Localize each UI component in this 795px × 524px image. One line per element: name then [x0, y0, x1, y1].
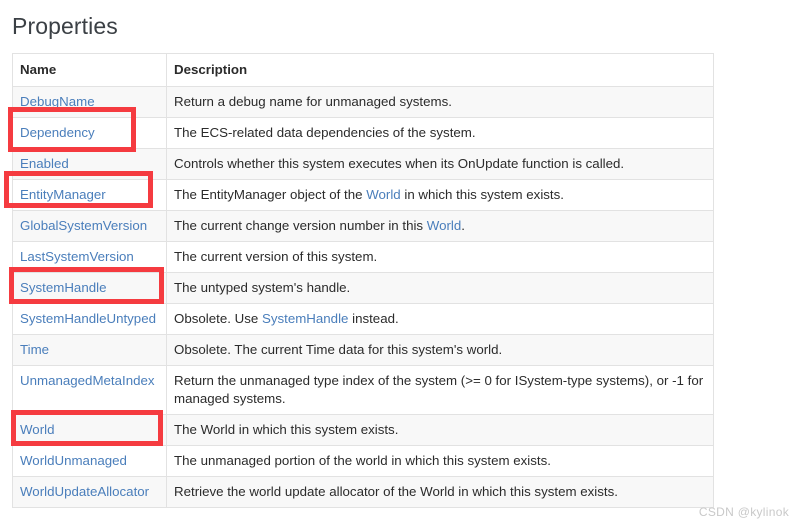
property-link-dependency[interactable]: Dependency: [20, 125, 95, 140]
property-name-cell: Enabled: [12, 148, 167, 180]
property-description-cell: The current version of this system.: [166, 241, 714, 273]
table-body: DebugName Return a debug name for unmanag…: [12, 86, 714, 508]
property-link-enabled[interactable]: Enabled: [20, 156, 69, 171]
property-description-cell: Obsolete. The current Time data for this…: [166, 334, 714, 366]
property-description-cell: Retrieve the world update allocator of t…: [166, 476, 714, 508]
property-name-cell: WorldUnmanaged: [12, 445, 167, 477]
property-name-cell: WorldUpdateAllocator: [12, 476, 167, 508]
watermark: CSDN @kylinok: [698, 505, 789, 519]
inline-link-world[interactable]: World: [427, 218, 461, 233]
description-text: .: [461, 218, 465, 233]
description-text: The current change version number in thi…: [174, 218, 427, 233]
inline-link-systemhandle[interactable]: SystemHandle: [262, 311, 348, 326]
description-text: The unmanaged portion of the world in wh…: [174, 453, 551, 468]
property-description-cell: The untyped system's handle.: [166, 272, 714, 304]
table-row: Dependency The ECS-related data dependenc…: [12, 117, 714, 149]
property-name-cell: GlobalSystemVersion: [12, 210, 167, 242]
property-name-cell: EntityManager: [12, 179, 167, 211]
table-row: SystemHandle The untyped system's handle.: [12, 272, 714, 304]
table-header-row: Name Description: [12, 53, 714, 87]
property-link-entitymanager[interactable]: EntityManager: [20, 187, 106, 202]
property-link-world[interactable]: World: [20, 422, 54, 437]
property-description-cell: Obsolete. Use SystemHandle instead.: [166, 303, 714, 335]
description-text: Controls whether this system executes wh…: [174, 156, 625, 171]
property-name-cell: Time: [12, 334, 167, 366]
property-link-systemhandleuntyped[interactable]: SystemHandleUntyped: [20, 311, 156, 326]
table-header: Name Description: [12, 53, 714, 87]
description-text: instead.: [348, 311, 399, 326]
property-name-cell: DebugName: [12, 86, 167, 118]
property-link-debugname[interactable]: DebugName: [20, 94, 95, 109]
property-link-unmanagedmetaindex[interactable]: UnmanagedMetaIndex: [20, 373, 155, 388]
description-text: Obsolete. The current Time data for this…: [174, 342, 503, 357]
property-description-cell: The World in which this system exists.: [166, 414, 714, 446]
properties-table: Name Description DebugName Return a debug…: [12, 53, 714, 508]
property-link-worldunmanaged[interactable]: WorldUnmanaged: [20, 453, 127, 468]
table-row: SystemHandleUntyped Obsolete. Use SystemH…: [12, 303, 714, 335]
property-description-cell: The EntityManager object of the World in…: [166, 179, 714, 211]
table-row: UnmanagedMetaIndex Return the unmanaged t…: [12, 365, 714, 415]
property-link-globalsystemversion[interactable]: GlobalSystemVersion: [20, 218, 147, 233]
table-row: WorldUpdateAllocator Retrieve the world u…: [12, 476, 714, 508]
table-row: GlobalSystemVersion The current change ve…: [12, 210, 714, 242]
table-row: LastSystemVersion The current version of …: [12, 241, 714, 273]
table-row: Time Obsolete. The current Time data for …: [12, 334, 714, 366]
property-description-cell: Return a debug name for unmanaged system…: [166, 86, 714, 118]
property-link-systemhandle[interactable]: SystemHandle: [20, 280, 106, 295]
description-text: The ECS-related data dependencies of the…: [174, 125, 476, 140]
property-description-cell: Controls whether this system executes wh…: [166, 148, 714, 180]
property-name-cell: UnmanagedMetaIndex: [12, 365, 167, 415]
description-text: The World in which this system exists.: [174, 422, 399, 437]
property-link-lastsystemversion[interactable]: LastSystemVersion: [20, 249, 134, 264]
property-name-cell: SystemHandleUntyped: [12, 303, 167, 335]
property-description-cell: The current change version number in thi…: [166, 210, 714, 242]
description-text: Return the unmanaged type index of the s…: [174, 373, 704, 406]
description-text: Return a debug name for unmanaged system…: [174, 94, 452, 109]
property-description-cell: The unmanaged portion of the world in wh…: [166, 445, 714, 477]
property-link-worldupdateallocator[interactable]: WorldUpdateAllocator: [20, 484, 149, 499]
description-text: The untyped system's handle.: [174, 280, 351, 295]
property-name-cell: SystemHandle: [12, 272, 167, 304]
description-text: in which this system exists.: [400, 187, 564, 202]
page-title: Properties: [12, 13, 118, 39]
description-text: Obsolete. Use: [174, 311, 262, 326]
description-text: The EntityManager object of the: [174, 187, 367, 202]
column-header-name: Name: [12, 53, 167, 87]
inline-link-world[interactable]: World: [366, 187, 400, 202]
property-description-cell: The ECS-related data dependencies of the…: [166, 117, 714, 149]
table-row: WorldUnmanaged The unmanaged portion of t…: [12, 445, 714, 477]
description-text: Retrieve the world update allocator of t…: [174, 484, 618, 499]
property-name-cell: LastSystemVersion: [12, 241, 167, 273]
column-header-description: Description: [166, 53, 714, 87]
property-name-cell: Dependency: [12, 117, 167, 149]
table-row: Enabled Controls whether this system exec…: [12, 148, 714, 180]
properties-table-container: Name Description DebugName Return a debug…: [12, 53, 714, 508]
property-name-cell: World: [12, 414, 167, 446]
table-row: DebugName Return a debug name for unmanag…: [12, 86, 714, 118]
table-row: World The World in which this system exis…: [12, 414, 714, 446]
property-link-time[interactable]: Time: [20, 342, 49, 357]
property-description-cell: Return the unmanaged type index of the s…: [166, 365, 714, 415]
description-text: The current version of this system.: [174, 249, 378, 264]
table-row: EntityManager The EntityManager object of…: [12, 179, 714, 211]
